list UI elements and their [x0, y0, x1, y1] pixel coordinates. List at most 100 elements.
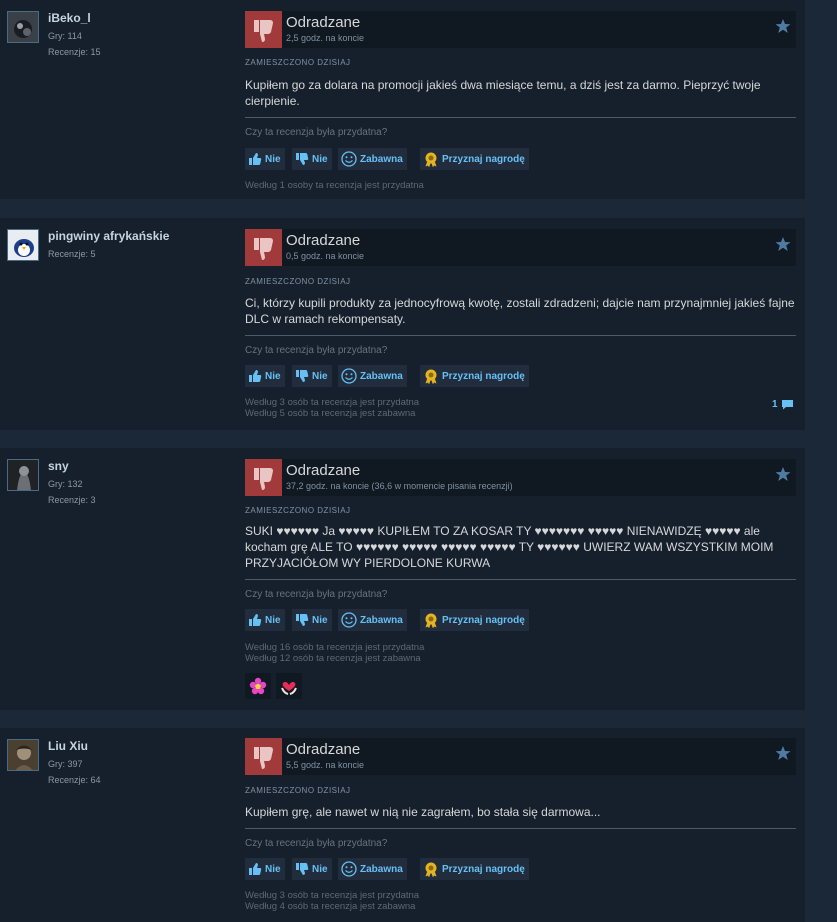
funny-button[interactable]: Zabawna — [338, 365, 407, 387]
divider — [245, 828, 796, 829]
award-button[interactable]: Przyznaj nagrodę — [420, 365, 529, 387]
comments-count: 1 — [772, 399, 778, 410]
smiley-icon — [341, 368, 357, 384]
review-text: Kupiłem go za dolara na promocji jakieś … — [245, 78, 761, 108]
author-reviews-count[interactable]: Recenzje: 3 — [48, 495, 96, 505]
vote-yes-label: Nie — [265, 614, 281, 626]
thumbs-up-icon — [249, 863, 262, 875]
review-verdict-header[interactable]: Odradzane 2,5 godz. na koncie — [245, 11, 796, 48]
avatar[interactable] — [7, 739, 39, 771]
thumbs-down-icon — [296, 863, 309, 875]
thumbs-up-icon — [249, 614, 262, 626]
review-verdict-header[interactable]: Odradzane 0,5 godz. na koncie — [245, 229, 796, 266]
review-verdict-header[interactable]: Odradzane 5,5 godz. na koncie — [245, 738, 796, 775]
funny-count: Według 4 osób ta recenzja jest zabawna — [245, 901, 416, 912]
verdict-label: Odradzane — [286, 741, 361, 758]
smiley-icon — [341, 151, 357, 167]
flower-award-icon[interactable] — [245, 673, 271, 699]
smiley-icon — [341, 612, 357, 628]
helpful-count: Według 3 osób ta recenzja jest przydatna — [245, 890, 420, 901]
helpful-question: Czy ta recenzja była przydatna? — [245, 589, 388, 600]
author-name[interactable]: iBeko_l — [48, 11, 91, 25]
author-games-count[interactable]: Gry: 114 — [48, 31, 82, 41]
vote-yes-label: Nie — [265, 153, 281, 165]
review-verdict-header[interactable]: Odradzane 37,2 godz. na koncie (36,6 w m… — [245, 459, 796, 496]
avatar[interactable] — [7, 459, 39, 491]
author-name[interactable]: Liu Xiu — [48, 739, 88, 753]
vote-no-label: Nie — [312, 153, 328, 165]
star-icon[interactable] — [775, 236, 791, 252]
vote-yes-button[interactable]: Nie — [245, 609, 285, 631]
star-icon[interactable] — [775, 745, 791, 761]
funny-button[interactable]: Zabawna — [338, 609, 407, 631]
funny-button[interactable]: Zabawna — [338, 148, 407, 170]
helpful-question: Czy ta recenzja była przydatna? — [245, 838, 388, 849]
funny-label: Zabawna — [360, 370, 403, 382]
vote-no-label: Nie — [312, 370, 328, 382]
review-card: Liu Xiu Gry: 397 Recenzje: 64 Odradzane … — [0, 728, 805, 922]
award-icon — [425, 369, 437, 384]
verdict-label: Odradzane — [286, 14, 361, 31]
heart-hands-award-icon[interactable] — [276, 673, 302, 699]
posted-date: ZAMIESZCZONO DZISIAJ — [245, 786, 351, 795]
author-games-count[interactable]: Gry: 132 — [48, 479, 83, 489]
vote-no-button[interactable]: Nie — [292, 148, 332, 170]
award-label: Przyznaj nagrodę — [442, 614, 525, 626]
thumbs-down-icon — [245, 229, 282, 266]
funny-count: Według 5 osób ta recenzja jest zabawna — [245, 408, 416, 419]
thumbs-up-icon — [249, 153, 262, 165]
avatar[interactable] — [7, 229, 39, 261]
helpful-count: Według 3 osób ta recenzja jest przydatna — [245, 397, 420, 408]
author-reviews-count[interactable]: Recenzje: 5 — [48, 249, 96, 259]
playtime-hours: 0,5 godz. na koncie — [286, 251, 365, 261]
thumbs-down-icon — [245, 459, 282, 496]
verdict-label: Odradzane — [286, 462, 361, 479]
author-reviews-count[interactable]: Recenzje: 15 — [48, 47, 101, 57]
vote-no-button[interactable]: Nie — [292, 365, 332, 387]
funny-label: Zabawna — [360, 863, 403, 875]
helpful-question: Czy ta recenzja była przydatna? — [245, 127, 388, 138]
author-name[interactable]: pingwiny afrykańskie — [48, 229, 169, 243]
divider — [245, 335, 796, 336]
review-text: SUKI ♥♥♥♥♥♥ Ja ♥♥♥♥♥ KUPIŁEM TO ZA KOSAR… — [245, 524, 774, 570]
award-label: Przyznaj nagrodę — [442, 863, 525, 875]
thumbs-down-icon — [296, 370, 309, 382]
star-icon[interactable] — [775, 18, 791, 34]
award-button[interactable]: Przyznaj nagrodę — [420, 148, 529, 170]
posted-date: ZAMIESZCZONO DZISIAJ — [245, 277, 351, 286]
vote-no-button[interactable]: Nie — [292, 609, 332, 631]
verdict-label: Odradzane — [286, 232, 361, 249]
award-button[interactable]: Przyznaj nagrodę — [420, 609, 529, 631]
author-games-count[interactable]: Gry: 397 — [48, 759, 83, 769]
thumbs-up-icon — [249, 370, 262, 382]
vote-yes-button[interactable]: Nie — [245, 365, 285, 387]
vote-no-button[interactable]: Nie — [292, 858, 332, 880]
award-icon — [425, 862, 437, 877]
vote-yes-label: Nie — [265, 370, 281, 382]
award-button[interactable]: Przyznaj nagrodę — [420, 858, 529, 880]
funny-count: Według 12 osób ta recenzja jest zabawna — [245, 653, 421, 664]
thumbs-down-icon — [296, 614, 309, 626]
vote-yes-button[interactable]: Nie — [245, 148, 285, 170]
vote-no-label: Nie — [312, 614, 328, 626]
thumbs-down-icon — [245, 11, 282, 48]
funny-button[interactable]: Zabawna — [338, 858, 407, 880]
avatar[interactable] — [7, 11, 39, 43]
posted-date: ZAMIESZCZONO DZISIAJ — [245, 58, 351, 67]
award-icon — [425, 152, 437, 167]
comments-link[interactable]: 1 — [772, 399, 794, 410]
comment-icon — [781, 400, 793, 410]
author-reviews-count[interactable]: Recenzje: 64 — [48, 775, 101, 785]
award-icon — [425, 613, 437, 628]
vote-yes-button[interactable]: Nie — [245, 858, 285, 880]
review-card: iBeko_l Gry: 114 Recenzje: 15 Odradzane … — [0, 0, 805, 199]
divider — [245, 117, 796, 118]
review-text: Ci, którzy kupili produkty za jednocyfro… — [245, 296, 795, 326]
posted-date: ZAMIESZCZONO DZISIAJ — [245, 506, 351, 515]
review-text: Kupiłem grę, ale nawet w nią nie zagrałe… — [245, 805, 601, 819]
author-name[interactable]: sny — [48, 459, 69, 473]
review-card: pingwiny afrykańskie Recenzje: 5 Odradza… — [0, 218, 805, 430]
playtime-hours: 5,5 godz. na koncie — [286, 760, 365, 770]
vote-yes-label: Nie — [265, 863, 281, 875]
star-icon[interactable] — [775, 466, 791, 482]
